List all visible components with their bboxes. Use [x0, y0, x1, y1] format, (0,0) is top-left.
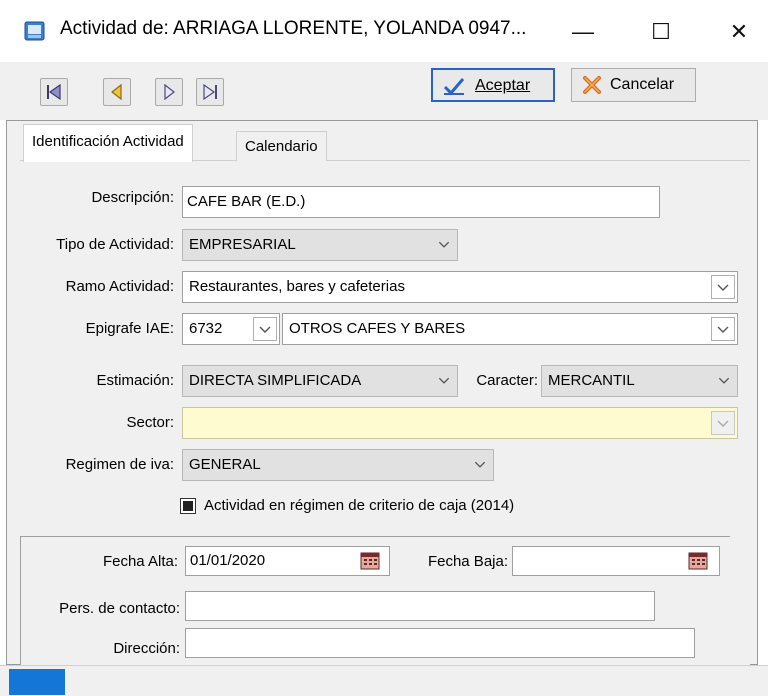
chevron-down-icon	[718, 377, 730, 384]
iva-value: GENERAL	[189, 456, 261, 473]
ramo-label: Ramo Actividad:	[65, 278, 174, 295]
previous-record-button[interactable]	[103, 78, 131, 106]
status-bar	[0, 665, 768, 696]
cancel-x-icon	[582, 75, 602, 107]
tipo-label: Tipo de Actividad:	[56, 236, 174, 253]
tab-identificacion[interactable]: Identificación Actividad	[23, 124, 193, 162]
chevron-down-icon	[717, 420, 729, 427]
estimacion-label: Estimación:	[96, 372, 174, 389]
contacto-label: Pers. de contacto:	[59, 600, 180, 617]
first-record-icon	[47, 83, 61, 101]
calendar-icon[interactable]	[360, 552, 380, 574]
fecha-alta-label: Fecha Alta:	[102, 553, 178, 570]
caracter-select[interactable]: MERCANTIL	[541, 365, 738, 397]
chevron-down-icon	[474, 461, 486, 468]
estimacion-select[interactable]: DIRECTA SIMPLIFICADA	[182, 365, 458, 397]
tipo-value: EMPRESARIAL	[189, 236, 296, 253]
next-record-button[interactable]	[155, 78, 183, 106]
checkbox-mark	[183, 501, 193, 511]
ramo-value: Restaurantes, bares y cafeterias	[189, 278, 405, 295]
close-button[interactable]: ✕	[716, 10, 762, 54]
descripcion-label: Descripción:	[91, 189, 174, 206]
caracter-value: MERCANTIL	[548, 372, 635, 389]
criterio-caja-checkbox[interactable]	[180, 498, 196, 514]
previous-record-icon	[111, 83, 122, 101]
chevron-down-icon	[438, 377, 450, 384]
chevron-down-icon	[438, 241, 450, 248]
direccion-row: Dirección:	[0, 620, 768, 665]
next-record-icon	[164, 83, 175, 101]
epigrafe-desc-select[interactable]: OTROS CAFES Y BARES	[282, 313, 738, 345]
epigrafe-code: 6732	[189, 320, 223, 337]
epigrafe-code-select[interactable]: 6732	[182, 313, 280, 345]
direccion-label: Dirección:	[113, 640, 180, 657]
cancel-button[interactable]: Cancelar	[571, 68, 696, 102]
accept-label: Aceptar	[475, 77, 531, 94]
tab-calendario[interactable]: Calendario	[236, 131, 327, 161]
tipo-select[interactable]: EMPRESARIAL	[182, 229, 458, 261]
criterio-caja-label: Actividad en régimen de criterio de caja…	[204, 497, 515, 514]
caracter-label: Caracter:	[476, 372, 538, 389]
epigrafe-label: Epigrafe IAE:	[85, 320, 174, 337]
window-title: Actividad de: ARRIAGA LLORENTE, YOLANDA …	[60, 18, 527, 39]
minimize-button[interactable]: —	[560, 10, 606, 54]
calendar-icon[interactable]	[688, 552, 708, 574]
check-icon	[443, 76, 465, 108]
last-record-button[interactable]	[196, 78, 224, 106]
sector-select[interactable]	[182, 407, 738, 439]
fecha-baja-label: Fecha Baja:	[427, 553, 508, 570]
iva-select[interactable]: GENERAL	[182, 449, 494, 481]
chevron-down-icon	[717, 326, 729, 333]
separator	[20, 536, 730, 537]
chevron-down-icon	[717, 284, 729, 291]
epigrafe-desc: OTROS CAFES Y BARES	[289, 320, 466, 337]
app-icon	[24, 20, 46, 42]
contacto-input[interactable]	[185, 591, 655, 621]
direccion-input[interactable]	[185, 628, 695, 658]
status-indicator	[9, 669, 65, 695]
maximize-button[interactable]: ☐	[638, 10, 684, 54]
cancel-label: Cancelar	[610, 76, 675, 93]
last-record-icon	[203, 83, 217, 101]
iva-label: Regimen de iva:	[65, 456, 174, 473]
chevron-down-icon	[259, 326, 271, 333]
sector-label: Sector:	[126, 414, 174, 431]
estimacion-value: DIRECTA SIMPLIFICADA	[189, 372, 362, 389]
first-record-button[interactable]	[40, 78, 68, 106]
accept-button[interactable]: Aceptar	[431, 68, 555, 102]
descripcion-input[interactable]: CAFE BAR (E.D.)	[182, 186, 660, 218]
ramo-select[interactable]: Restaurantes, bares y cafeterias	[182, 271, 738, 303]
